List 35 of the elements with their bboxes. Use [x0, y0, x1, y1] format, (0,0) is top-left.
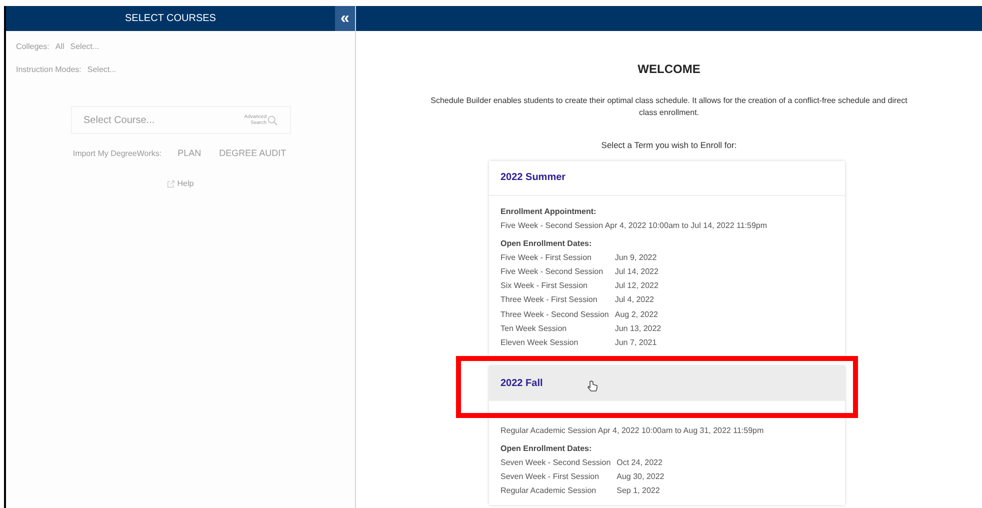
welcome-heading: WELCOME [638, 61, 700, 78]
appointment-label: Enrollment Appointment: [500, 206, 598, 218]
sidebar-title: SELECT COURSES [124, 12, 217, 26]
import-label: Import My DegreeWorks: [72, 148, 162, 160]
open-dates-label: Open Enrollment Dates: [500, 238, 593, 250]
session-name: Ten Week Session [500, 322, 568, 335]
session-date: Jul 4, 2022 [614, 294, 655, 306]
session-date: Aug 30, 2022 [616, 471, 666, 484]
session-date: Jun 7, 2021 [614, 336, 658, 349]
session-name: Seven Week - First Session [500, 471, 600, 484]
term-prompt: Select a Term you wish to Enroll for: [601, 139, 737, 152]
session-date: Aug 2, 2022 [614, 308, 660, 321]
appointment-text: Regular Academic Session Apr 4, 2022 10:00am to Aug 31, 2022 11:59pm [500, 425, 765, 438]
session-name: Eleven Week Session [500, 336, 580, 349]
open-dates-label: Open Enrollment Dates: [500, 443, 593, 456]
session-name: Five Week - First Session [500, 252, 592, 264]
session-date: Oct 24, 2022 [616, 457, 664, 470]
session-date: Jun 9, 2022 [614, 252, 658, 264]
session-date: Jul 12, 2022 [614, 280, 660, 292]
session-name: Three Week - Second Session [500, 308, 609, 320]
term-header[interactable]: 2022 Summer [488, 160, 844, 196]
session-name: Six Week - First Session [500, 280, 588, 292]
appointment-text: Five Week - Second Session Apr 4, 2022 10:00am to Jul 14, 2022 11:59pm [500, 220, 768, 232]
session-date: Jul 14, 2022 [614, 266, 660, 278]
session-name: Regular Academic Session [500, 485, 598, 498]
filter-label: Instruction Modes: [16, 64, 82, 76]
session-name: Three Week - First Session [500, 294, 598, 306]
session-date: Jun 13, 2022 [614, 322, 662, 335]
session-name: Five Week - Second Session [500, 266, 604, 278]
session-name: Seven Week - Second Session [500, 457, 611, 470]
welcome-description: Schedule Builder enables students to create their optimal class schedule. It allows for the creation of a conflict-free schedule and direct class enrollment. [430, 95, 908, 119]
hand-cursor-icon [586, 380, 598, 392]
filter-label: Colleges: [16, 40, 50, 52]
term-header[interactable]: 2022 Fall [488, 366, 844, 402]
session-date: Sep 1, 2022 [616, 485, 661, 498]
